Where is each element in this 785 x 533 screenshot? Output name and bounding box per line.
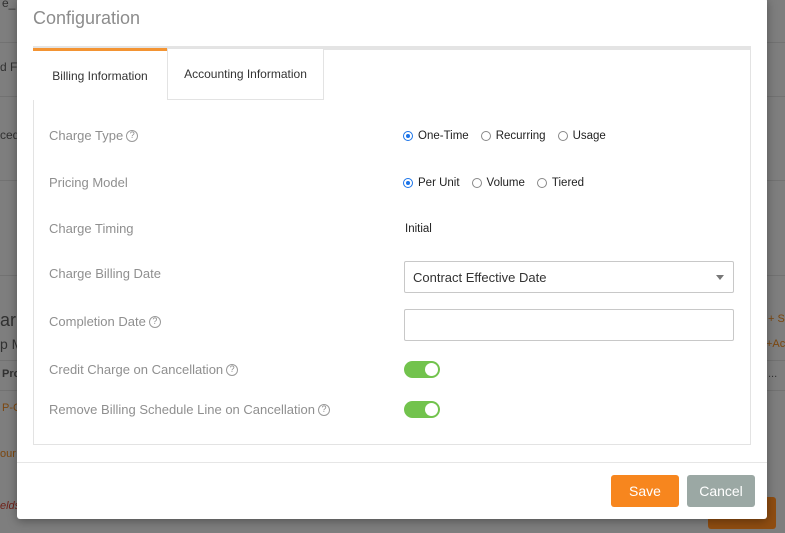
radio-selected-icon: [403, 131, 413, 141]
radio-recurring[interactable]: Recurring: [480, 130, 546, 142]
radio-unselected-icon: [557, 131, 568, 141]
radio-label: Recurring: [495, 130, 546, 142]
radio-tiered[interactable]: Tiered: [536, 177, 585, 189]
radio-unselected-icon: [536, 178, 547, 188]
help-icon[interactable]: ?: [226, 363, 239, 376]
completion-date-label-text: Completion Date: [49, 314, 146, 329]
cancel-button[interactable]: Cancel: [687, 475, 755, 507]
remove-billing-schedule-label: Remove Billing Schedule Line on Cancella…: [49, 402, 330, 417]
credit-charge-label: Credit Charge on Cancellation ?: [49, 362, 239, 377]
radio-label: Per Unit: [418, 177, 460, 189]
tab-panel: [33, 47, 751, 445]
save-button[interactable]: Save: [611, 475, 679, 507]
help-icon[interactable]: ?: [126, 129, 139, 142]
charge-billing-date-label-text: Charge Billing Date: [49, 266, 162, 281]
charge-timing-label-text: Charge Timing: [49, 221, 134, 236]
radio-usage[interactable]: Usage: [557, 130, 606, 142]
pricing-model-label: Pricing Model: [49, 175, 128, 190]
pricing-model-label-text: Pricing Model: [49, 175, 128, 190]
credit-charge-toggle[interactable]: [404, 361, 440, 378]
radio-volume[interactable]: Volume: [471, 177, 525, 189]
credit-charge-label-text: Credit Charge on Cancellation: [49, 362, 224, 377]
tab-accounting-information[interactable]: Accounting Information: [167, 48, 324, 100]
charge-timing-label: Charge Timing: [49, 221, 134, 236]
charge-type-label: Charge Type ?: [49, 128, 139, 143]
radio-label: Tiered: [551, 177, 585, 189]
configuration-modal: Configuration Billing Information Accoun…: [17, 0, 767, 519]
radio-label: One-Time: [418, 130, 469, 142]
remove-billing-schedule-toggle[interactable]: [404, 401, 440, 418]
remove-billing-schedule-label-text: Remove Billing Schedule Line on Cancella…: [49, 402, 315, 417]
modal-footer-divider: [17, 462, 767, 463]
modal-title: Configuration: [33, 8, 141, 28]
chevron-down-icon: [716, 275, 724, 280]
radio-unselected-icon: [480, 131, 491, 141]
charge-billing-date-label: Charge Billing Date: [49, 266, 161, 281]
select-value: Contract Effective Date: [413, 269, 547, 285]
radio-per-unit[interactable]: Per Unit: [403, 177, 460, 189]
radio-label: Usage: [572, 130, 606, 142]
radio-label: Volume: [486, 177, 525, 189]
completion-date-label: Completion Date ?: [49, 314, 161, 329]
help-icon[interactable]: ?: [148, 315, 161, 328]
tab-billing-information[interactable]: Billing Information: [33, 48, 167, 100]
radio-selected-icon: [403, 178, 413, 188]
radio-unselected-icon: [471, 178, 482, 188]
pricing-model-radio-group: Per Unit Volume Tiered: [403, 177, 596, 189]
charge-billing-date-select[interactable]: Contract Effective Date: [404, 261, 734, 293]
charge-type-radio-group: One-Time Recurring Usage: [403, 130, 618, 142]
completion-date-input[interactable]: [404, 309, 734, 341]
help-icon[interactable]: ?: [317, 403, 330, 416]
radio-one-time[interactable]: One-Time: [403, 130, 469, 142]
charge-timing-value: Initial: [405, 223, 432, 235]
charge-type-label-text: Charge Type: [49, 128, 124, 143]
